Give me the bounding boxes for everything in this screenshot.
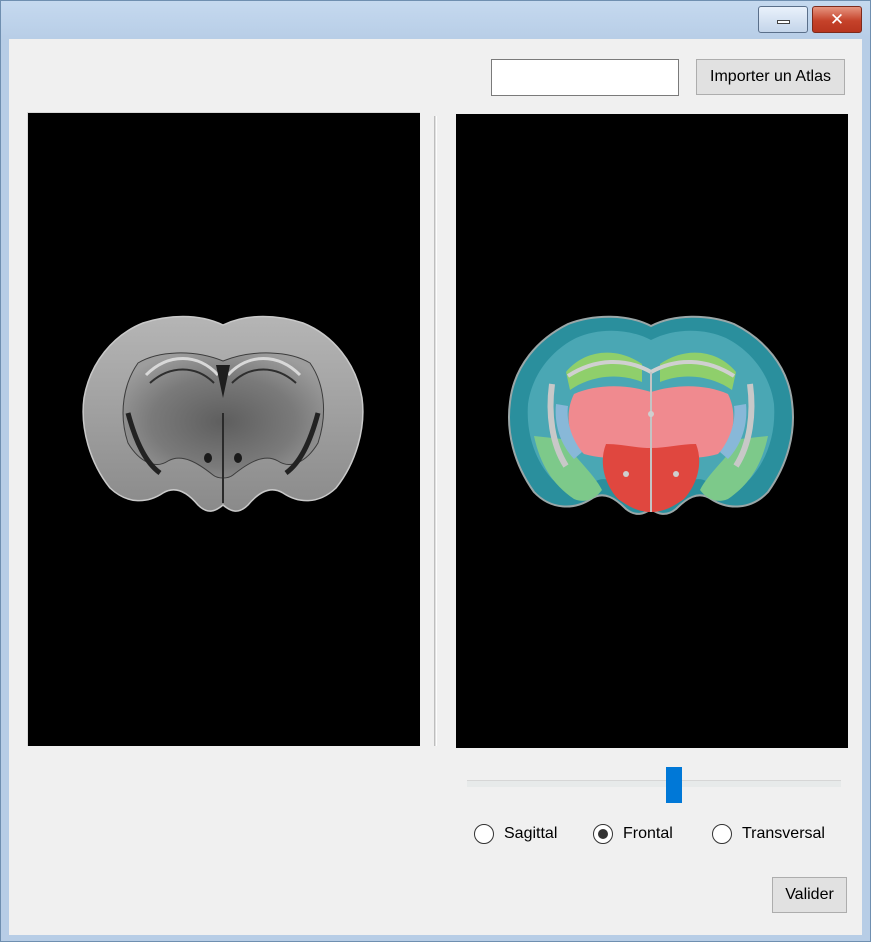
radio-button-transversal[interactable] bbox=[712, 824, 732, 844]
radio-label-transversal: Transversal bbox=[742, 825, 825, 842]
import-atlas-button[interactable]: Importer un Atlas bbox=[696, 59, 845, 95]
client-area: Importer un Atlas Sagittal Frontal Trans… bbox=[9, 39, 862, 935]
orientation-radio-sagittal[interactable]: Sagittal bbox=[474, 821, 557, 847]
image-viewer-right[interactable] bbox=[456, 114, 848, 748]
radio-label-sagittal: Sagittal bbox=[504, 825, 558, 842]
radio-button-sagittal[interactable] bbox=[474, 824, 494, 844]
atlas-path-input[interactable] bbox=[491, 59, 679, 96]
view-splitter[interactable] bbox=[434, 116, 437, 746]
orientation-radio-transversal[interactable]: Transversal bbox=[712, 821, 825, 847]
grayscale-brain-slice bbox=[82, 315, 364, 512]
app-window: ✕ Importer un Atlas Sagittal Frontal Tra… bbox=[0, 0, 871, 942]
slice-slider-track[interactable] bbox=[467, 780, 841, 787]
slice-slider-handle[interactable] bbox=[666, 767, 682, 803]
validate-button[interactable]: Valider bbox=[772, 877, 847, 913]
image-viewer-left[interactable] bbox=[27, 112, 420, 746]
atlas-brain-slice bbox=[508, 315, 794, 515]
radio-button-frontal[interactable] bbox=[593, 824, 613, 844]
orientation-radio-frontal[interactable]: Frontal bbox=[593, 821, 673, 847]
radio-label-frontal: Frontal bbox=[623, 825, 673, 842]
